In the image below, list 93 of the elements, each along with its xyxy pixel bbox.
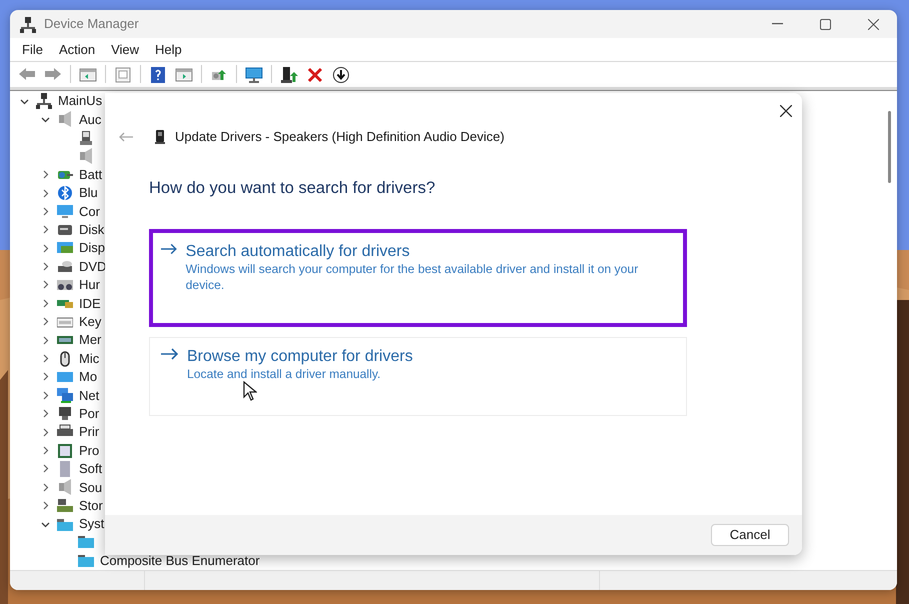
tree-item-label[interactable]: Batt <box>79 164 102 184</box>
tree-item-label[interactable]: DVD <box>79 256 106 276</box>
close-icon <box>868 18 878 30</box>
device-manager-icon <box>20 16 36 33</box>
tree-item-label[interactable]: Disk <box>79 220 104 240</box>
device-icon <box>36 93 52 110</box>
menu-item[interactable]: Help <box>149 40 188 60</box>
collapse-chevron-icon[interactable] <box>20 96 28 106</box>
arrow-icon <box>161 348 179 360</box>
device-icon <box>78 534 94 550</box>
cancel-button[interactable]: Cancel <box>711 524 789 546</box>
tree-item-label[interactable]: Pro <box>79 440 100 460</box>
speaker-icon <box>155 130 165 144</box>
expand-chevron-icon[interactable] <box>40 317 50 326</box>
tree-item-label[interactable]: Disp <box>79 238 106 258</box>
expand-chevron-icon[interactable] <box>40 336 50 345</box>
expand-chevron-icon[interactable] <box>40 225 50 234</box>
mouse-cursor-icon <box>243 380 257 401</box>
tree-item-label[interactable]: Net <box>79 386 100 406</box>
tree-item-label[interactable]: Auc <box>79 110 102 130</box>
device-icon <box>57 442 73 458</box>
help-icon[interactable] <box>149 66 167 84</box>
panel-icon[interactable] <box>175 66 193 84</box>
option-description: Locate and install a driver manually. <box>187 366 382 382</box>
tree-item-label[interactable]: Sou <box>79 478 102 498</box>
tree-item-label[interactable]: Stor <box>79 496 103 516</box>
close-icon <box>780 105 792 118</box>
delete-icon[interactable] <box>306 66 324 84</box>
arrow-icon <box>161 243 178 256</box>
tree-item-label[interactable]: Blu <box>79 183 98 203</box>
expand-chevron-icon[interactable] <box>40 428 50 437</box>
expand-chevron-icon[interactable] <box>40 188 50 198</box>
tree-item-label[interactable]: Syst <box>79 514 104 534</box>
properties-icon[interactable] <box>114 66 132 84</box>
option-description: Windows will search your computer for the best available driver and install it on your device. <box>186 260 640 294</box>
dialog-title: Update Drivers - Speakers (High Definition Audio Device) <box>175 128 504 146</box>
tree-item-label[interactable]: Key <box>79 312 102 332</box>
device-icon <box>57 185 73 202</box>
device-icon <box>78 148 94 164</box>
option-title: Search automatically for drivers <box>186 243 411 261</box>
monitor-icon[interactable] <box>245 66 263 84</box>
download-icon[interactable] <box>332 66 350 84</box>
tree-item-label[interactable]: Prir <box>79 422 100 442</box>
device-icon <box>57 479 73 496</box>
menu-item[interactable]: File <box>16 40 49 60</box>
panel-icon[interactable] <box>79 66 97 84</box>
device-icon <box>78 130 94 146</box>
device-icon <box>57 203 73 220</box>
expand-chevron-icon[interactable] <box>40 244 50 253</box>
device-icon <box>57 406 73 422</box>
dialog-question: How do you want to search for drivers? <box>149 178 436 200</box>
minimize-icon <box>772 23 782 25</box>
expand-chevron-icon[interactable] <box>40 170 50 180</box>
device-icon <box>57 498 73 514</box>
device-icon <box>57 111 73 128</box>
expand-chevron-icon[interactable] <box>40 501 50 510</box>
tree-item-label[interactable]: Por <box>79 404 100 424</box>
device-icon <box>57 258 73 275</box>
expand-chevron-icon[interactable] <box>40 298 50 308</box>
tree-item-label[interactable]: Composite Bus Enumerator <box>100 551 260 570</box>
menu-item[interactable]: View <box>105 40 146 60</box>
expand-chevron-icon[interactable] <box>40 280 50 290</box>
expand-chevron-icon[interactable] <box>40 446 50 455</box>
device-icon <box>57 516 73 532</box>
collapse-chevron-icon[interactable] <box>40 520 50 529</box>
expand-chevron-icon[interactable] <box>40 464 50 474</box>
expand-chevron-icon[interactable] <box>40 390 50 400</box>
update-driver-icon[interactable] <box>280 66 298 84</box>
expand-chevron-icon[interactable] <box>40 206 50 216</box>
tree-item-label[interactable]: Soft <box>79 459 102 479</box>
tree-item-label[interactable]: Hur <box>79 275 100 295</box>
driver-option[interactable]: Browse my computer for drivers Locate and install a driver manually. <box>149 337 687 416</box>
tree-item-label[interactable]: Cor <box>79 202 100 222</box>
window-title: Device Manager <box>44 15 139 34</box>
tree-item-label[interactable]: Mo <box>79 367 98 387</box>
tree-item-label[interactable]: MainUs <box>58 91 102 111</box>
device-icon <box>57 460 73 477</box>
tree-item-label[interactable]: IDE <box>79 294 101 314</box>
scrollbar-thumb[interactable] <box>888 110 890 183</box>
maximize-icon <box>820 18 830 30</box>
expand-chevron-icon[interactable] <box>40 354 50 364</box>
expand-chevron-icon[interactable] <box>40 409 50 418</box>
collapse-chevron-icon[interactable] <box>40 114 50 124</box>
tree-item-label[interactable]: Mic <box>79 348 100 368</box>
expand-chevron-icon[interactable] <box>40 262 50 272</box>
tree-item-label[interactable]: Mer <box>79 330 102 350</box>
expand-chevron-icon[interactable] <box>40 372 50 382</box>
option-title: Browse my computer for drivers <box>187 348 413 366</box>
menu-item[interactable]: Action <box>52 40 102 60</box>
device-icon <box>78 552 94 569</box>
driver-option[interactable]: Search automatically for drivers Windows will search your computer for the best available driver and install it on your device. <box>149 229 687 328</box>
device-icon <box>57 387 73 404</box>
expand-chevron-icon[interactable] <box>40 482 50 492</box>
